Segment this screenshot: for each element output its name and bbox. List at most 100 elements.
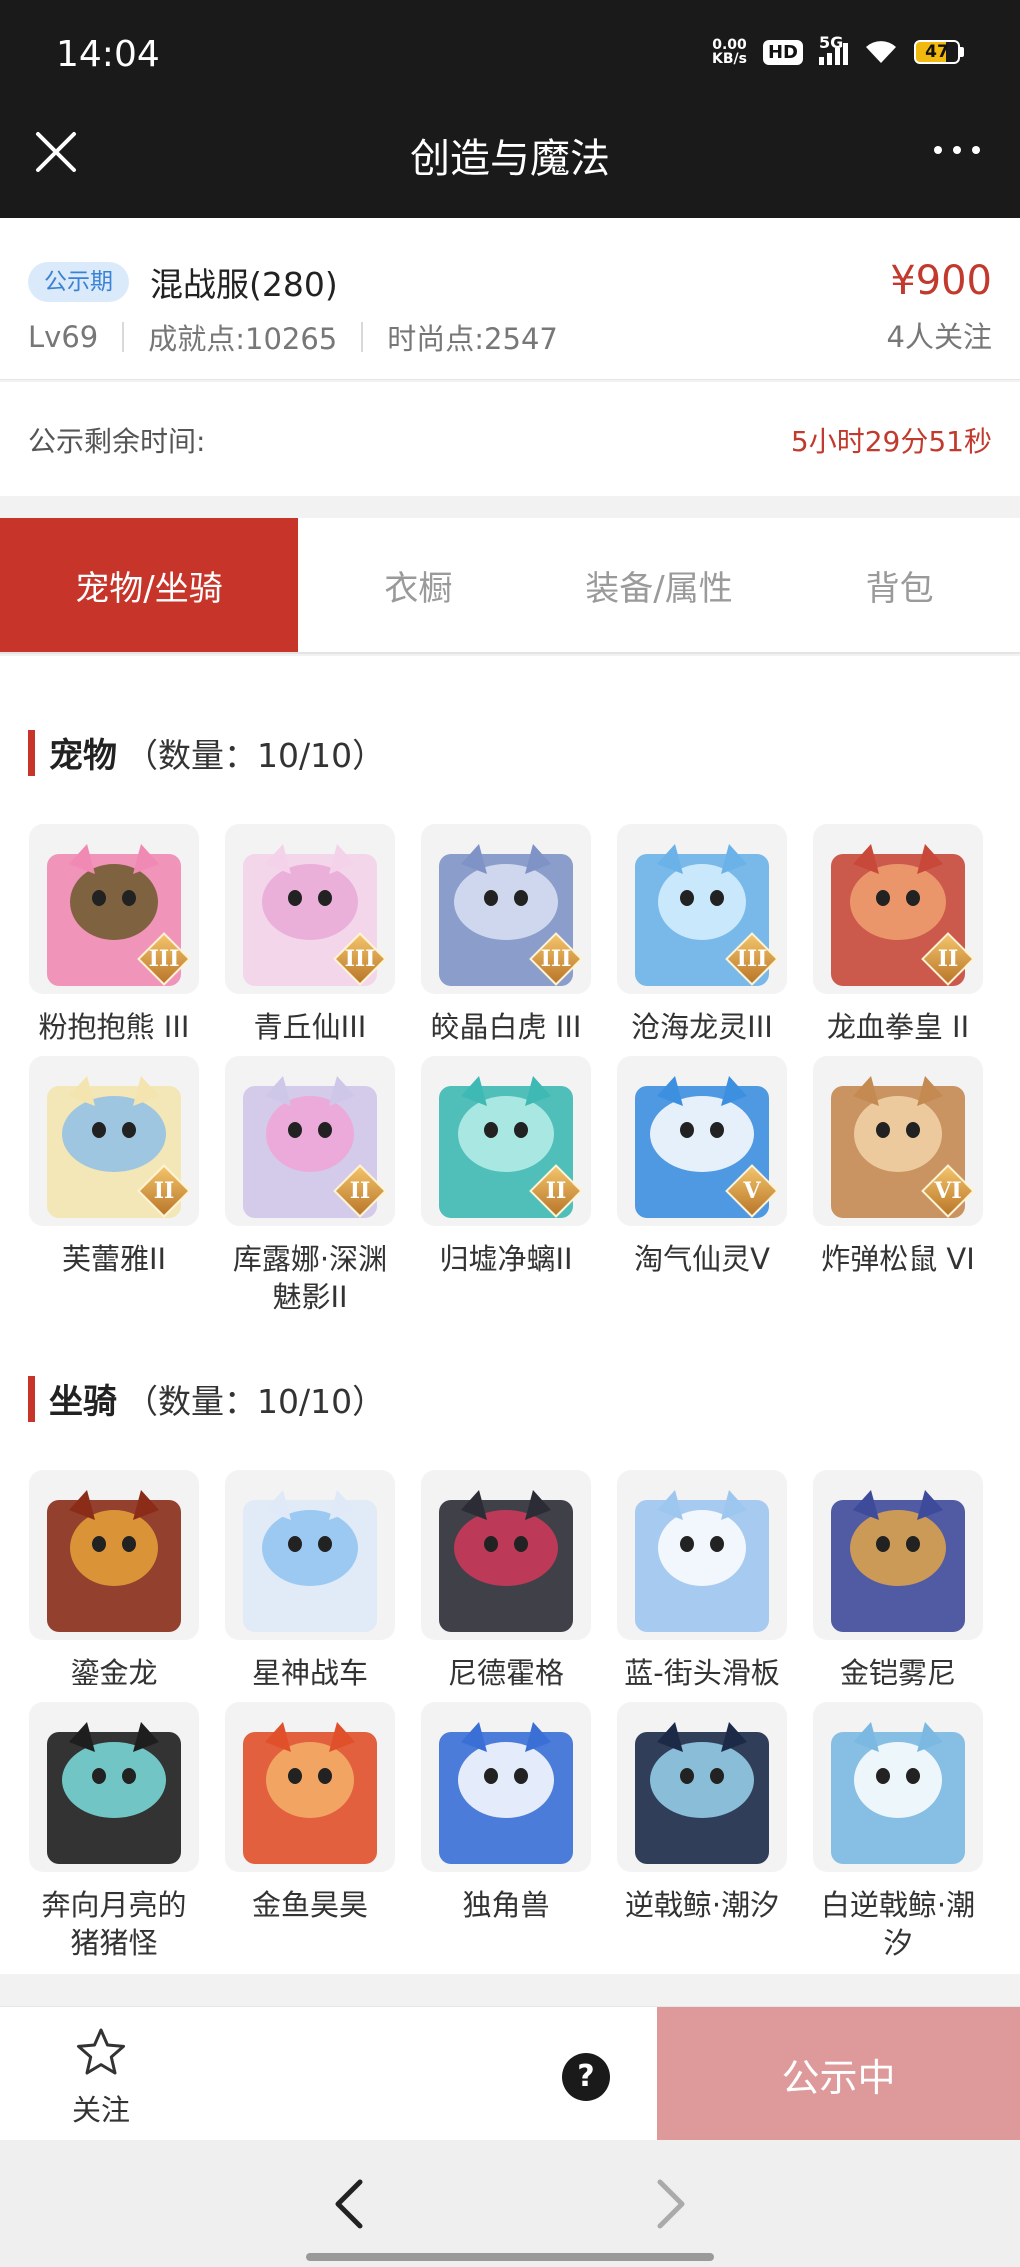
pets-title: 宠物 [49,736,117,776]
follow-label: 关注 [71,2093,130,2127]
tab-equipment[interactable]: 装备/属性 [539,518,780,652]
home-indicator [306,2253,714,2261]
mount-item[interactable]: 奔向月亮的猪猪怪 [28,1702,200,1962]
mount-thumbnail [421,1470,591,1640]
tier-numeral: III [540,946,572,972]
tab-wardrobe[interactable]: 衣橱 [298,518,539,652]
pet-name: 粉抱抱熊 III [38,1010,190,1044]
pet-name: 归墟净螭II [439,1242,573,1276]
pet-item[interactable]: III 沧海龙灵III [616,824,788,1046]
mount-art-icon [635,1490,769,1632]
chevron-right-icon[interactable] [648,2176,692,2232]
mount-name: 星神战车 [251,1656,368,1690]
mount-name: 白逆戟鲸·潮汐 [820,1888,976,1960]
wifi-icon [866,41,896,63]
publicity-button[interactable]: 公示中 [657,2007,1020,2141]
tier-badge: III [333,932,387,986]
content-panel: 宠物 （数量：10/10） III 粉抱抱熊 III III 青丘仙III III 皎晶白… [0,656,1020,1974]
mount-thumbnail [29,1702,199,1872]
achievement-points: 成就点:10265 [148,322,338,356]
mount-thumbnail [225,1470,395,1640]
pet-thumbnail: II [421,1056,591,1226]
pet-name: 淘气仙灵V [634,1242,770,1276]
mount-item[interactable]: 逆戟鲸·潮汐 [616,1702,788,1924]
tab-pets-mounts[interactable]: 宠物/坐骑 [0,518,298,652]
pet-thumbnail: III [421,824,591,994]
mount-item[interactable]: 尼德霍格 [420,1470,592,1692]
mount-thumbnail [617,1470,787,1640]
pet-item[interactable]: II 芙蕾雅II [28,1056,200,1278]
chevron-left-icon[interactable] [328,2176,372,2232]
tier-badge: II [921,932,975,986]
mount-art-icon [47,1722,181,1864]
pet-thumbnail: II [813,824,983,994]
pet-name: 炸弹松鼠 VI [821,1242,975,1276]
pets-count: （数量：10/10） [125,735,386,775]
pet-item[interactable]: II 归墟净螭II [420,1056,592,1278]
tab-backpack[interactable]: 背包 [779,518,1020,652]
mount-name: 鎏金龙 [70,1656,158,1690]
mount-name: 金铠雾尼 [839,1656,956,1690]
more-icon[interactable] [934,146,980,154]
pet-thumbnail: V [617,1056,787,1226]
pet-item[interactable]: II 库露娜·深渊魅影II [224,1056,396,1316]
mount-item[interactable]: 金铠雾尼 [812,1470,984,1692]
follow-button[interactable]: 关注 [56,2025,146,2129]
mount-thumbnail [421,1702,591,1872]
pet-name: 库露娜·深渊魅影II [232,1242,388,1314]
action-bar: 关注 ? 公示中 [0,2006,1020,2141]
mount-name: 奔向月亮的猪猪怪 [41,1888,187,1960]
mount-name: 尼德霍格 [447,1656,564,1690]
mount-item[interactable]: 蓝-街头滑板 [616,1470,788,1692]
mount-art-icon [635,1722,769,1864]
net-speed-unit: KB/s [712,51,747,67]
mount-item[interactable]: 星神战车 [224,1470,396,1692]
top-bar: 14:04 0.00 KB/s HD 5G 47 创造与魔法 [0,0,1020,218]
pet-item[interactable]: III 粉抱抱熊 III [28,824,200,1046]
mount-item[interactable]: 独角兽 [420,1702,592,1924]
pet-thumbnail: III [617,824,787,994]
countdown-row: 公示剩余时间: 5小时29分51秒 [0,382,1020,496]
pet-thumbnail: III [225,824,395,994]
tier-badge: III [137,932,191,986]
mount-thumbnail [617,1702,787,1872]
tier-badge: III [529,932,583,986]
tier-badge: II [333,1164,387,1218]
mount-thumbnail [29,1470,199,1640]
pet-item[interactable]: VI 炸弹松鼠 VI [812,1056,984,1278]
level: Lv69 [28,320,99,354]
tab-bar: 宠物/坐骑 衣橱 装备/属性 背包 [0,518,1020,654]
mounts-section-header: 坐骑 （数量：10/10） [28,1374,385,1423]
mount-item[interactable]: 金鱼昊昊 [224,1702,396,1924]
pet-thumbnail: VI [813,1056,983,1226]
mount-item[interactable]: 白逆戟鲸·潮汐 [812,1702,984,1962]
pet-thumbnail: II [29,1056,199,1226]
account-stats: Lv69 成就点:10265 时尚点:2547 [28,316,558,358]
mount-item[interactable]: 鎏金龙 [28,1470,200,1692]
tier-numeral: II [349,1178,371,1204]
tier-numeral: III [148,946,180,972]
pet-item[interactable]: V 淘气仙灵V [616,1056,788,1278]
help-icon[interactable]: ? [562,2053,610,2101]
pet-item[interactable]: III 青丘仙III [224,824,396,1046]
pet-item[interactable]: II 龙血拳皇 II [812,824,984,1046]
tier-numeral: III [736,946,768,972]
tier-numeral: II [937,946,959,972]
pet-name: 沧海龙灵III [631,1010,773,1044]
status-icons: 0.00 KB/s HD 5G 47 [712,33,964,67]
mount-art-icon [831,1722,965,1864]
mount-art-icon [439,1722,573,1864]
server-name: 混战服(280) [150,265,338,304]
mount-art-icon [831,1490,965,1632]
mount-thumbnail [225,1702,395,1872]
star-icon [77,2028,125,2075]
browser-nav [0,2140,1020,2267]
pet-item[interactable]: III 皎晶白虎 III [420,824,592,1046]
tier-numeral: VI [934,1178,962,1204]
listing-info: 公示期 混战服(280) Lv69 成就点:10265 时尚点:2547 ¥90… [0,218,1020,380]
mount-art-icon [47,1490,181,1632]
mount-art-icon [243,1490,377,1632]
mount-art-icon [243,1722,377,1864]
net-speed-value: 0.00 [712,37,747,53]
mounts-title: 坐骑 [49,1382,117,1422]
